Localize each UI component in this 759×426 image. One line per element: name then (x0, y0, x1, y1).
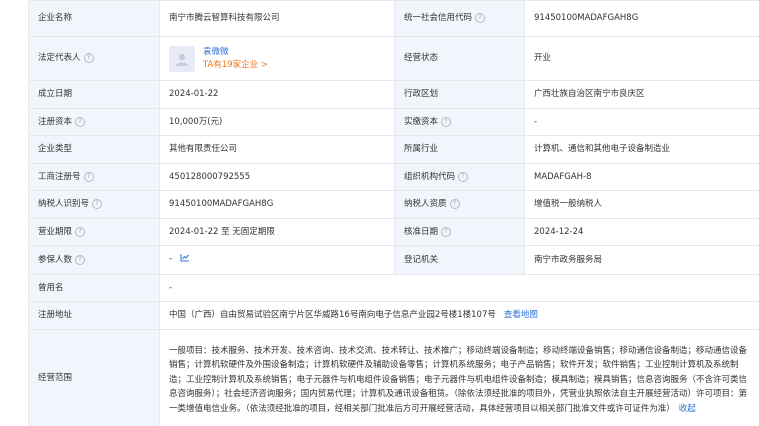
legal-rep-companies-link[interactable]: TA有19家企业 > (203, 59, 268, 72)
paid-capital-label: 实缴资本? (394, 108, 525, 136)
legal-rep-value: 袁微微 TA有19家企业 > (159, 36, 395, 81)
founded-label: 成立日期 (28, 80, 160, 109)
help-circle-icon[interactable]: ? (449, 199, 460, 209)
row-term: 营业期限? 2024-01-22 至 无固定期限 核准日期? 2024-12-2… (28, 218, 759, 246)
help-circle-icon[interactable]: ? (441, 226, 452, 237)
region-label: 行政区划 (394, 80, 525, 109)
company-name-value: 南宁市腾云智算科技有限公司 (159, 0, 395, 37)
status-label: 经营状态 (394, 36, 525, 81)
region-value: 广西壮族自治区南宁市良庆区 (524, 80, 759, 109)
row-name: 企业名称 南宁市腾云智算科技有限公司 统一社会信用代码? 91450100MAD… (28, 0, 759, 37)
row-founded: 成立日期 2024-01-22 行政区划 广西壮族自治区南宁市良庆区 (28, 80, 759, 109)
approval-date-label: 核准日期? (394, 218, 525, 246)
taxpayer-qual-label: 纳税人资质? (394, 190, 525, 219)
approval-date-value: 2024-12-24 (524, 218, 759, 246)
biz-reg-no-label: 工商注册号? (28, 163, 160, 191)
row-capital: 注册资本? 10,000万(元) 实缴资本? - (28, 108, 759, 136)
help-circle-icon[interactable]: ? (441, 116, 452, 127)
former-name-label: 曾用名 (28, 274, 160, 302)
credit-code-value: 91450100MADAFGAH8G (524, 0, 759, 37)
reg-capital-value: 10,000万(元) (159, 108, 395, 136)
help-circle-icon[interactable]: ? (75, 254, 86, 265)
scope-label: 经营范围 (28, 329, 160, 426)
row-scope: 经营范围 一般项目：技术服务、技术开发、技术咨询、技术交流、技术转让、技术推广；… (28, 329, 759, 426)
row-former-name: 曾用名 - (28, 274, 759, 302)
company-info-page: 企业名称 南宁市腾云智算科技有限公司 统一社会信用代码? 91450100MAD… (0, 0, 759, 426)
help-circle-icon[interactable]: ? (458, 171, 469, 182)
help-circle-icon[interactable]: ? (75, 226, 86, 237)
company-type-label: 企业类型 (28, 135, 160, 164)
authority-label: 登记机关 (394, 245, 525, 275)
taxpayer-id-label: 纳税人识别号? (28, 190, 160, 219)
industry-label: 所属行业 (394, 135, 525, 164)
paid-capital-value: - (524, 108, 759, 136)
help-circle-icon[interactable]: ? (75, 116, 86, 127)
authority-value: 南宁市政务服务局 (524, 245, 759, 275)
org-code-value: MADAFGAH-8 (524, 163, 759, 191)
address-value: 中国（广西）自由贸易试验区南宁片区华威路16号南向电子信息产业园2号楼1楼107… (159, 301, 759, 330)
company-name-label: 企业名称 (28, 0, 160, 37)
help-circle-icon[interactable]: ? (92, 199, 103, 209)
row-address: 注册地址 中国（广西）自由贸易试验区南宁片区华威路16号南向电子信息产业园2号楼… (28, 301, 759, 330)
insured-label: 参保人数? (28, 245, 160, 275)
row-reg-no: 工商注册号? 450128000792555 组织机构代码? MADAFGAH-… (28, 163, 759, 191)
collapse-link[interactable]: 收起 (679, 404, 696, 414)
help-circle-icon[interactable]: ? (475, 13, 486, 23)
help-circle-icon[interactable]: ? (83, 53, 94, 63)
row-insured: 参保人数? - 登记机关 南宁市政务服务局 (28, 245, 759, 275)
view-map-link[interactable]: 查看地图 (504, 310, 538, 320)
address-label: 注册地址 (28, 301, 160, 330)
row-type: 企业类型 其他有限责任公司 所属行业 计算机、通信和其他电子设备制造业 (28, 135, 759, 164)
help-circle-icon[interactable]: ? (83, 171, 94, 182)
status-value: 开业 (524, 36, 759, 81)
user-avatar-icon[interactable] (169, 45, 195, 72)
company-type-value: 其他有限责任公司 (159, 135, 395, 164)
founded-value: 2024-01-22 (159, 80, 395, 109)
insured-value: - (159, 245, 395, 275)
scope-value: 一般项目：技术服务、技术开发、技术咨询、技术交流、技术转让、技术推广；移动终端设… (159, 329, 759, 426)
biz-reg-no-value: 450128000792555 (159, 163, 395, 191)
former-name-value: - (159, 274, 759, 302)
row-taxpayer: 纳税人识别号? 91450100MADAFGAH8G 纳税人资质? 增值税一般纳… (28, 190, 759, 219)
reg-capital-label: 注册资本? (28, 108, 160, 136)
biz-term-value: 2024-01-22 至 无固定期限 (159, 218, 395, 246)
industry-value: 计算机、通信和其他电子设备制造业 (524, 135, 759, 164)
biz-term-label: 营业期限? (28, 218, 160, 246)
trend-chart-icon[interactable] (180, 253, 190, 267)
company-info-table: 企业名称 南宁市腾云智算科技有限公司 统一社会信用代码? 91450100MAD… (28, 0, 759, 426)
taxpayer-qual-value: 增值税一般纳税人 (524, 190, 759, 219)
legal-rep-name-link[interactable]: 袁微微 (203, 46, 268, 59)
credit-code-label: 统一社会信用代码? (394, 0, 525, 37)
legal-rep-label: 法定代表人? (28, 36, 160, 81)
row-legal-rep: 法定代表人? 袁微微 TA有19家企业 > 经营状态 开业 (28, 36, 759, 81)
taxpayer-id-value: 91450100MADAFGAH8G (159, 190, 395, 219)
org-code-label: 组织机构代码? (394, 163, 525, 191)
